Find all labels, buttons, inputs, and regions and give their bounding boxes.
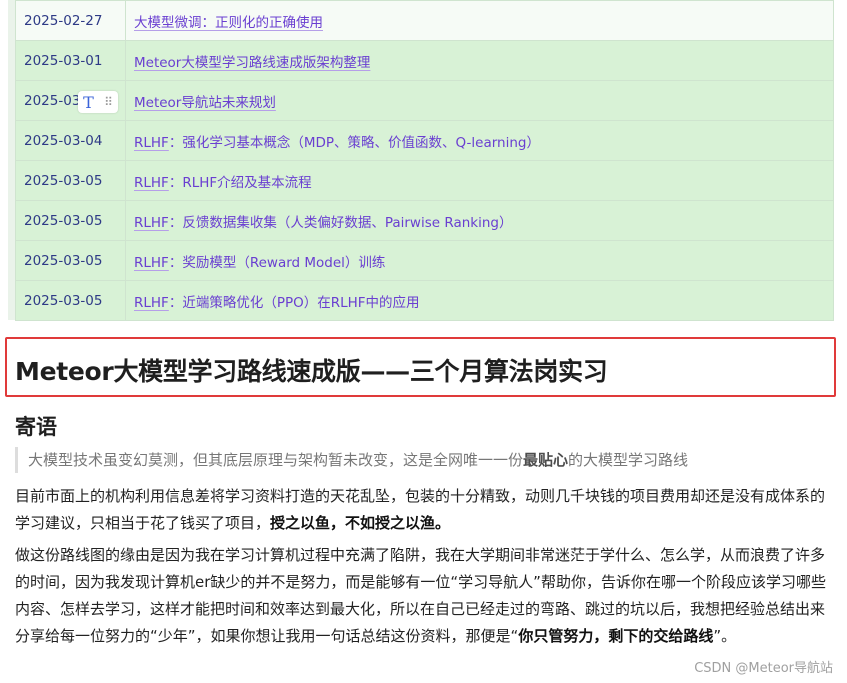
blockquote: 大模型技术虽变幻莫测，但其底层原理与架构暂未改变，这是全网唯一一份最贴心的大模型… <box>15 447 688 473</box>
row-title-text: ：RLHF介绍及基本流程 <box>168 174 312 191</box>
schedule-table-body: 2025-02-27 大模型微调：正则化的正确使用 2025-03-01 Meteor… <box>15 0 834 321</box>
paragraph-1-bold: 授之以鱼，不如授之以渔。 <box>270 514 451 532</box>
row-date: 2025-02-27 <box>15 0 126 41</box>
schedule-table: 2025-02-27 大模型微调：正则化的正确使用 2025-03-01 Meteor… <box>15 0 834 321</box>
row-title-text: ：近端策略优化（PPO）在RLHF中的应用 <box>168 294 420 311</box>
row-title-link[interactable]: RLHF <box>134 175 169 191</box>
row-title: RLHF：近端策略优化（PPO）在RLHF中的应用 <box>125 280 834 321</box>
row-title-text: ：反馈数据集收集（人类偏好数据、Pairwise Ranking） <box>168 214 513 231</box>
article-subheading: 寄语 <box>15 415 57 439</box>
row-title-text: ：强化学习基本概念（MDP、策略、价值函数、Q-learning） <box>168 134 540 151</box>
schedule-table-container: 2025-02-27 大模型微调：正则化的正确使用 2025-03-01 Meteor… <box>8 0 834 321</box>
block-hover-toolbar[interactable]: T ⠿ <box>78 91 118 113</box>
row-date: 2025-03-04 <box>15 120 126 161</box>
row-title-link[interactable]: RLHF <box>134 135 169 151</box>
row-title-link[interactable]: RLHF <box>134 215 169 231</box>
row-title: Meteor大模型学习路线速成版架构整理 <box>125 40 834 81</box>
quote-text-bold: 最贴心 <box>523 451 569 469</box>
row-title-text: ：奖励模型（Reward Model）训练 <box>168 254 386 271</box>
csdn-watermark: CSDN @Meteor导航站 <box>694 661 833 676</box>
row-title-link[interactable]: RLHF <box>134 255 169 271</box>
table-row: 2025-03 Meteor导航站未来规划 <box>15 80 834 121</box>
table-row: 2025-03-05 RLHF：反馈数据集收集（人类偏好数据、Pairwise R… <box>15 200 834 241</box>
paragraph-2-bold: 你只管努力，剩下的交给路线 <box>518 627 714 645</box>
drag-handle-icon[interactable]: ⠿ <box>104 95 113 109</box>
text-format-icon[interactable]: T <box>83 93 94 112</box>
row-title-link[interactable]: Meteor导航站未来规划 <box>134 95 276 111</box>
row-title: RLHF：RLHF介绍及基本流程 <box>125 160 834 201</box>
paragraph-1: 目前市面上的机构利用信息差将学习资料打造的天花乱坠，包装的十分精致，动则几千块钱… <box>15 483 835 537</box>
paragraph-2: 做这份路线图的缘由是因为我在学习计算机过程中充满了陷阱，我在大学期间非常迷茫于学… <box>15 542 835 650</box>
row-title-link[interactable]: RLHF <box>134 295 169 311</box>
row-title-link[interactable]: Meteor大模型学习路线速成版架构整理 <box>134 55 370 71</box>
row-title: RLHF：奖励模型（Reward Model）训练 <box>125 240 834 281</box>
table-row: 2025-03-05 RLHF：近端策略优化（PPO）在RLHF中的应用 <box>15 280 834 321</box>
row-title: 大模型微调：正则化的正确使用 <box>125 0 834 41</box>
table-row: 2025-03-04 RLHF：强化学习基本概念（MDP、策略、价值函数、Q-le… <box>15 120 834 161</box>
row-date: 2025-03-05 <box>15 200 126 241</box>
table-row: 2025-03-01 Meteor大模型学习路线速成版架构整理 <box>15 40 834 81</box>
row-date: 2025-03-05 <box>15 280 126 321</box>
row-title: RLHF：反馈数据集收集（人类偏好数据、Pairwise Ranking） <box>125 200 834 241</box>
paragraph-2-after: ”。 <box>713 627 737 645</box>
row-date: 2025-03-01 <box>15 40 126 81</box>
row-date: 2025-03-05 <box>15 160 126 201</box>
quote-text-after: 的大模型学习路线 <box>568 451 689 469</box>
row-date: 2025-03-05 <box>15 240 126 281</box>
row-title-link[interactable]: 大模型微调：正则化的正确使用 <box>134 15 323 31</box>
table-row: 2025-03-05 RLHF：RLHF介绍及基本流程 <box>15 160 834 201</box>
table-row: 2025-02-27 大模型微调：正则化的正确使用 <box>15 0 834 41</box>
row-title: Meteor导航站未来规划 <box>125 80 834 121</box>
table-row: 2025-03-05 RLHF：奖励模型（Reward Model）训练 <box>15 240 834 281</box>
quote-text-before: 大模型技术虽变幻莫测，但其底层原理与架构暂未改变，这是全网唯一一份 <box>28 451 524 469</box>
article-heading: Meteor大模型学习路线速成版——三个月算法岗实习 <box>15 357 608 386</box>
row-title: RLHF：强化学习基本概念（MDP、策略、价值函数、Q-learning） <box>125 120 834 161</box>
